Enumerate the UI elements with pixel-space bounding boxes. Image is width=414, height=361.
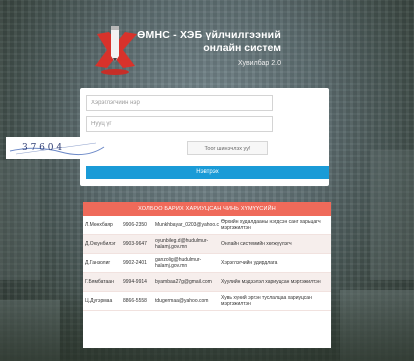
contact-role: Хэрэглэгчийн удирдлага [219, 253, 331, 273]
contact-role: Хуулийн мэдээлэл хариуцсан мэргэжилтэн [219, 272, 331, 292]
app-subtitle: онлайн систем [203, 42, 281, 54]
captcha-text: 3 7 6 0 4 [22, 143, 62, 153]
contact-email: oyunbileg.d@hudulmur-halamj.gov.mn [153, 234, 219, 254]
contact-role: Өрхийн худалдааны нэгдсэн санг харьцагч … [219, 216, 331, 235]
login-button[interactable]: Нэвтрэх [86, 166, 329, 179]
contact-phone: 8866-5558 [121, 291, 153, 311]
username-input[interactable] [86, 95, 273, 111]
contact-name: Д.Ганзолиг [83, 253, 121, 273]
contact-email: Munkhbayar_0203@yahoo.com [153, 216, 219, 235]
table-row: Д.Оюунбилэг 9903-9647 oyunbileg.d@hudulmur… [83, 234, 331, 254]
contact-phone: 9903-9647 [121, 234, 153, 254]
contact-role: Онлайн системийн хөгжүүлэгч [219, 234, 331, 254]
table-row: Д.Ганзолиг 9902-2401 ganzolig@hudulmur-hal… [83, 253, 331, 273]
table-row: Л.Мөнхбаяр 9906-2350 Munkhbayar_0203@yahoo… [83, 216, 331, 235]
refresh-captcha-button[interactable]: Тоог шинэчлэх уу! [187, 141, 268, 155]
table-row: Г.Бямбатаан 9994-9914 byambaa27g@gmail.com… [83, 272, 331, 292]
contact-phone: 9902-2401 [121, 253, 153, 273]
version-label: Хувилбар 2.0 [237, 60, 281, 67]
contact-name: Д.Оюунбилэг [83, 234, 121, 254]
contact-name: Г.Бямбатаан [83, 272, 121, 292]
app-title: ӨМНС - ХЭБ үйлчилгээний [137, 29, 281, 41]
background-building [370, 150, 414, 280]
password-input[interactable] [86, 116, 273, 132]
contacts-title: ХОЛБОО БАРИХ ХАРИУЦСАН ЧИНЬ ХҮМҮҮСИЙН [83, 202, 331, 216]
captcha-image: 3 7 6 0 4 [6, 137, 106, 159]
contact-role: Хувь хүний эргэн туслалцаа хариуцсан мэр… [219, 291, 331, 311]
contact-name: Ц.Дугэрмаа [83, 291, 121, 311]
contact-phone: 9906-2350 [121, 216, 153, 235]
contact-email: tdugermaa@yahoo.com [153, 291, 219, 311]
contacts-table: Л.Мөнхбаяр 9906-2350 Munkhbayar_0203@yahoo… [83, 216, 331, 311]
contact-email: ganzolig@hudulmur-halamj.gov.mn [153, 253, 219, 273]
table-row: Ц.Дугэрмаа 8866-5558 tdugermaa@yahoo.com Ху… [83, 291, 331, 311]
contacts-panel: ХОЛБОО БАРИХ ХАРИУЦСАН ЧИНЬ ХҮМҮҮСИЙН Л.… [83, 202, 331, 348]
contact-name: Л.Мөнхбаяр [83, 216, 121, 235]
background-building [0, 160, 40, 280]
header: ӨМНС - ХЭБ үйлчилгээний онлайн систем Ху… [0, 0, 414, 80]
contact-phone: 9994-9914 [121, 272, 153, 292]
contact-email: byambaa27g@gmail.com [153, 272, 219, 292]
